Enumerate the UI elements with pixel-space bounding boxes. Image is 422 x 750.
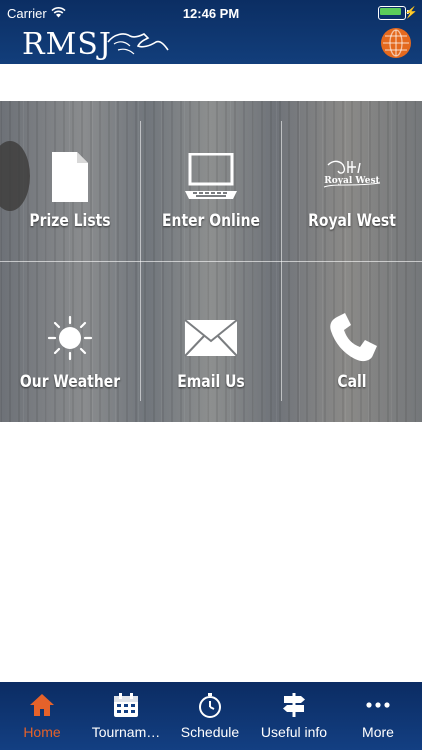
tile-call[interactable]: Call bbox=[282, 262, 422, 422]
tab-label: Tournam… bbox=[91, 724, 161, 740]
horse-logo-icon bbox=[107, 33, 169, 55]
tab-label: Home bbox=[23, 724, 61, 740]
tab-label: Schedule bbox=[180, 724, 240, 740]
home-icon bbox=[0, 691, 84, 719]
menu-grid: Prize Lists Enter Online Royal West Roya… bbox=[0, 101, 422, 422]
sun-icon bbox=[0, 310, 140, 366]
tile-royal-west[interactable]: Royal West Royal West bbox=[282, 101, 422, 261]
status-time: 12:46 PM bbox=[182, 6, 240, 21]
envelope-icon bbox=[141, 310, 281, 366]
tab-bar: Home Tournam… Schedule Useful info More bbox=[0, 682, 422, 750]
tile-label: Prize Lists bbox=[29, 211, 111, 231]
globe-icon[interactable] bbox=[381, 28, 411, 58]
tile-label: Enter Online bbox=[161, 211, 260, 231]
tile-enter-online[interactable]: Enter Online bbox=[141, 101, 281, 261]
content-spacer bbox=[0, 64, 422, 101]
tile-label: Call bbox=[337, 372, 367, 392]
tab-schedule[interactable]: Schedule bbox=[168, 682, 252, 750]
battery-icon bbox=[378, 6, 409, 20]
more-icon bbox=[336, 691, 420, 719]
status-bar: Carrier 12:46 PM ⚡ bbox=[0, 4, 422, 22]
tab-useful-info[interactable]: Useful info bbox=[252, 682, 336, 750]
tab-home[interactable]: Home bbox=[0, 682, 84, 750]
tile-label: Our Weather bbox=[19, 372, 121, 392]
laptop-icon bbox=[141, 149, 281, 205]
royal-west-logo: Royal West bbox=[282, 149, 422, 205]
tile-label: Royal West bbox=[308, 211, 396, 231]
tile-email-us[interactable]: Email Us bbox=[141, 262, 281, 422]
document-icon bbox=[0, 149, 140, 205]
tile-label: Email Us bbox=[177, 372, 245, 392]
calendar-icon bbox=[84, 691, 168, 719]
signpost-icon bbox=[252, 691, 336, 719]
tab-label: More bbox=[362, 724, 394, 740]
phone-icon bbox=[282, 310, 422, 366]
app-logo: RMSJ bbox=[22, 27, 112, 62]
tab-label: Useful info bbox=[260, 724, 328, 740]
royal-west-logo-text: Royal West bbox=[324, 176, 380, 186]
tab-tournaments[interactable]: Tournam… bbox=[84, 682, 168, 750]
tile-prize-lists[interactable]: Prize Lists bbox=[0, 101, 140, 261]
top-bar: Carrier 12:46 PM ⚡ RMSJ bbox=[0, 0, 422, 64]
stopwatch-icon bbox=[168, 691, 252, 719]
tile-our-weather[interactable]: Our Weather bbox=[0, 262, 140, 422]
charging-icon: ⚡ bbox=[404, 7, 418, 19]
tab-more[interactable]: More bbox=[336, 682, 420, 750]
